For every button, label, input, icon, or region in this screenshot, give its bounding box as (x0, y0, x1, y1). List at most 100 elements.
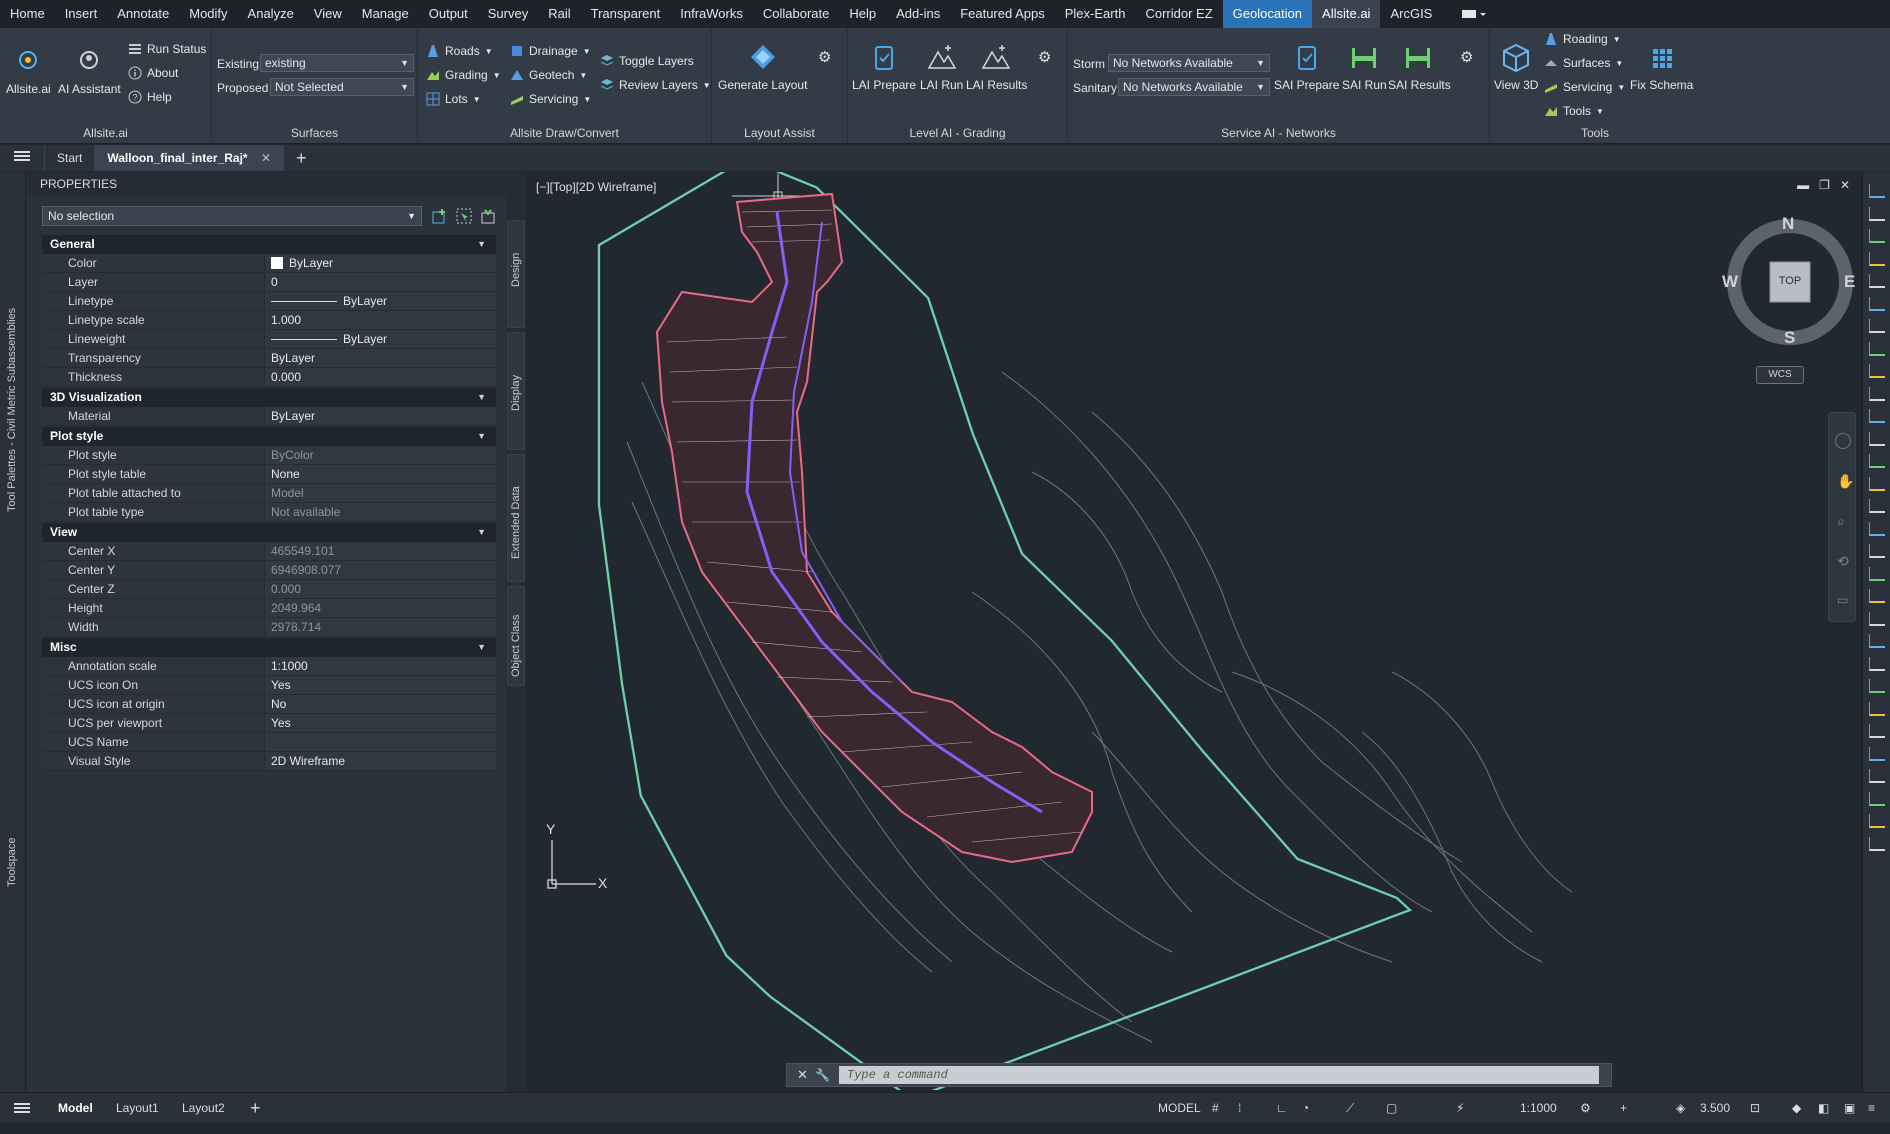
navigation-bar[interactable]: ✋ ⌕ ⟲ ▭ (1828, 412, 1856, 622)
insert-tool-icon[interactable] (1869, 454, 1885, 468)
lai-results-button[interactable]: LAI Results (966, 42, 1027, 92)
menu-tab-corridor-ez[interactable]: Corridor EZ (1135, 0, 1222, 28)
draw-line-tool-icon[interactable] (1869, 184, 1885, 198)
property-value[interactable]: 2D Wireframe (264, 752, 496, 771)
property-row[interactable]: Plot table type Not available (42, 503, 496, 522)
property-row[interactable]: UCS Name (42, 733, 496, 752)
run-status-button[interactable]: Run Status (128, 42, 206, 56)
layout1-tab[interactable]: Layout1 (116, 1093, 159, 1123)
isodraft-toggle-icon[interactable]: ⟋ (1346, 1093, 1354, 1123)
display-tab[interactable]: Display (507, 332, 525, 450)
menu-tab-rail[interactable]: Rail (538, 0, 580, 28)
units-icon[interactable]: ⊡ (1750, 1093, 1760, 1123)
property-row[interactable]: UCS icon On Yes (42, 676, 496, 695)
toolspace-tab[interactable]: Toolspace (6, 837, 18, 887)
property-value[interactable]: ByLayer (264, 349, 496, 368)
section-view[interactable]: View ▼ (42, 523, 496, 542)
property-row[interactable]: Center Z 0.000 (42, 580, 496, 599)
block-tool-icon[interactable] (1869, 431, 1885, 446)
property-row[interactable]: Annotation scale 1:1000 (42, 657, 496, 676)
rotate-tool-icon[interactable] (1869, 589, 1885, 603)
property-value[interactable] (264, 733, 496, 752)
lai-run-button[interactable]: LAI Run (920, 42, 963, 92)
snap-toggle-icon[interactable]: ⁞ (1238, 1093, 1241, 1123)
new-tab-plus-icon[interactable]: + (284, 145, 319, 171)
menu-tab-transparent[interactable]: Transparent (581, 0, 671, 28)
app-menu-icon[interactable] (0, 145, 45, 171)
roads-button[interactable]: Roads ▼ (426, 44, 493, 58)
steering-wheel-icon[interactable] (1835, 433, 1851, 449)
grading-button[interactable]: Grading ▼ (426, 68, 501, 82)
menu-tab-modify[interactable]: Modify (179, 0, 237, 28)
property-value[interactable]: 0 (264, 273, 496, 292)
draw-rect-tool-icon[interactable] (1869, 274, 1885, 288)
roading-button[interactable]: Roading ▼ (1544, 32, 1621, 46)
selection-dropdown[interactable]: No selection ▼ (42, 206, 422, 226)
allsite-button[interactable]: Allsite.ai (6, 46, 51, 96)
servicing-button[interactable]: Servicing ▼ (510, 92, 591, 106)
lineweight-icon[interactable]: ◈ (1676, 1093, 1685, 1123)
menu-tab-help[interactable]: Help (839, 0, 886, 28)
section-misc[interactable]: Misc ▼ (42, 638, 496, 657)
move-tool-icon[interactable] (1869, 544, 1885, 558)
fix-schema-button[interactable]: Fix Schema (1630, 42, 1693, 92)
sanitary-network-combo[interactable]: No Networks Available ▼ (1118, 78, 1270, 96)
draw-polyline-tool-icon[interactable] (1869, 206, 1885, 221)
property-value[interactable]: Yes (264, 714, 496, 733)
menu-tab-home[interactable]: Home (0, 0, 55, 28)
extend-tool-icon[interactable] (1869, 701, 1885, 716)
extended-data-tab[interactable]: Extended Data (507, 454, 525, 582)
sai-settings-gear-icon[interactable]: ⚙ (1460, 48, 1473, 66)
match-props-tool-icon[interactable] (1869, 499, 1885, 513)
array-tool-icon[interactable] (1869, 769, 1885, 783)
property-row[interactable]: Linetype scale 1.000 (42, 311, 496, 330)
section-3d-visualization[interactable]: 3D Visualization ▼ (42, 388, 496, 407)
property-value[interactable]: ByLayer (264, 254, 496, 273)
property-value[interactable]: ByLayer (264, 330, 496, 349)
draw-arc-tool-icon[interactable] (1869, 229, 1885, 243)
zoom-icon[interactable]: ⌕ (1837, 513, 1845, 530)
pan-hand-icon[interactable]: ✋ (1837, 473, 1854, 490)
property-row[interactable]: Center X 465549.101 (42, 542, 496, 561)
section-general[interactable]: General ▼ (42, 235, 496, 254)
property-row[interactable]: Center Y 6946908.077 (42, 561, 496, 580)
clean-screen-icon[interactable]: ▣ (1844, 1093, 1855, 1123)
workspace-dropdown-icon[interactable] (1460, 7, 1488, 21)
isolate-objects-icon[interactable]: ◧ (1818, 1093, 1829, 1123)
menu-tab-insert[interactable]: Insert (55, 0, 108, 28)
menu-tab-survey[interactable]: Survey (478, 0, 538, 28)
osnap-toggle-icon[interactable]: ▢ (1386, 1093, 1397, 1123)
property-value[interactable]: No (264, 695, 496, 714)
storm-network-combo[interactable]: No Networks Available ▼ (1108, 54, 1270, 72)
menu-tab-addins[interactable]: Add-ins (886, 0, 950, 28)
compass-east[interactable]: E (1844, 272, 1855, 292)
property-row[interactable]: Layer 0 (42, 273, 496, 292)
existing-surface-combo[interactable]: existing ▼ (260, 54, 414, 72)
customize-status-icon[interactable]: ≡ (1868, 1093, 1875, 1123)
property-value[interactable]: ByLayer (264, 407, 496, 426)
lots-button[interactable]: Lots ▼ (426, 92, 481, 106)
compass-north[interactable]: N (1782, 214, 1794, 234)
menu-tab-plex-earth[interactable]: Plex-Earth (1055, 0, 1136, 28)
menu-tab-annotate[interactable]: Annotate (107, 0, 179, 28)
object-class-tab[interactable]: Object Class (507, 586, 525, 686)
property-value[interactable]: 0.000 (264, 368, 496, 387)
menu-tab-geolocation[interactable]: Geolocation (1222, 0, 1313, 28)
review-layers-button[interactable]: Review Layers ▼ (600, 78, 711, 92)
status-value[interactable]: 3.500 (1700, 1093, 1730, 1123)
property-row[interactable]: Linetype ByLayer (42, 292, 496, 311)
text-tool-icon[interactable] (1869, 364, 1885, 378)
property-row[interactable]: Transparency ByLayer (42, 349, 496, 368)
annotation-monitor-icon[interactable]: + (1620, 1093, 1627, 1123)
menu-tab-allsite[interactable]: Allsite.ai (1312, 0, 1381, 28)
app-menu-icon[interactable] (14, 1093, 30, 1123)
stretch-tool-icon[interactable] (1869, 656, 1885, 671)
hardware-accel-icon[interactable]: ◆ (1792, 1093, 1801, 1123)
close-icon[interactable]: ✕ (261, 151, 271, 165)
property-row[interactable]: Visual Style 2D Wireframe (42, 752, 496, 771)
lai-settings-gear-icon[interactable]: ⚙ (1038, 48, 1051, 66)
start-tab[interactable]: Start (45, 145, 96, 171)
generate-layout-button[interactable]: Generate Layout (718, 42, 807, 92)
help-button[interactable]: ? Help (128, 90, 172, 104)
property-row[interactable]: Plot style table None (42, 465, 496, 484)
